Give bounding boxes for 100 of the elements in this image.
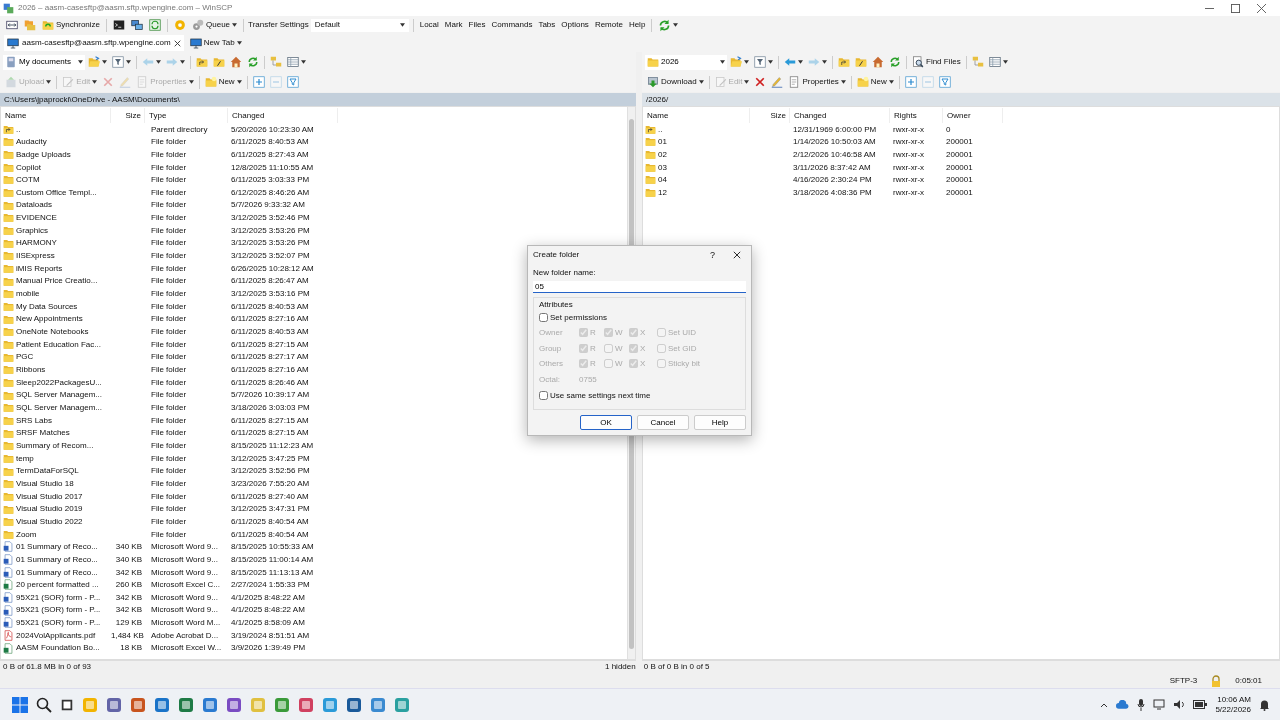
find-button[interactable]: Find Files [910, 55, 963, 69]
menu-item[interactable]: Mark [442, 20, 465, 30]
new-button[interactable]: New [202, 75, 244, 89]
microphone-icon[interactable] [1137, 698, 1146, 711]
file-name[interactable]: SQL Server Managem... [16, 390, 102, 400]
file-name[interactable]: Dataloads [16, 200, 53, 211]
file-name[interactable]: Sleep2022PackagesU... [16, 377, 102, 388]
cloud-icon[interactable] [1116, 700, 1130, 709]
close-icon[interactable] [173, 39, 181, 47]
file-name[interactable]: iMIS Reports [16, 263, 63, 274]
file-name[interactable]: 95X21 (SOR) form - P... [16, 592, 101, 603]
file-name[interactable]: EVIDENCE [16, 213, 57, 223]
app-icon[interactable] [298, 696, 314, 713]
file-name[interactable]: Patient Education Fac... [16, 339, 101, 350]
computers-button[interactable] [129, 18, 146, 32]
column-header[interactable]: Changed [790, 108, 890, 123]
task-view-icon[interactable] [60, 697, 74, 712]
file-name[interactable]: 01 Summary of Reco... [16, 542, 98, 552]
search-icon[interactable] [36, 696, 52, 713]
start-icon[interactable] [12, 696, 28, 713]
file-name[interactable]: OneNote Notebooks [16, 327, 89, 337]
file-name[interactable]: Visual Studio 2022 [16, 516, 83, 527]
file-name[interactable]: Ribbons [16, 365, 46, 375]
file-name[interactable]: Summary of Recom... [16, 440, 94, 451]
file-name[interactable]: PGC [16, 352, 34, 362]
close-icon[interactable] [733, 251, 741, 259]
file-name[interactable]: COTM [16, 175, 40, 185]
folders-button[interactable] [22, 18, 38, 32]
file-name[interactable]: SQL Server Managem... [16, 402, 102, 413]
checkbox[interactable] [539, 391, 548, 401]
file-name[interactable]: AASM Foundation Bo... [16, 643, 100, 654]
app-icon[interactable] [394, 696, 410, 713]
file-name[interactable]: mobile [16, 289, 40, 299]
file-name[interactable]: IISExpress [16, 251, 55, 261]
column-header[interactable]: Name [1, 108, 111, 123]
battery-icon[interactable] [1193, 700, 1208, 709]
location-select[interactable]: 2026 [645, 54, 727, 70]
column-header[interactable]: Size [111, 108, 145, 123]
file-name[interactable]: Graphics [16, 225, 48, 236]
file-name[interactable]: .. [16, 124, 21, 135]
file-name[interactable]: 12 [658, 187, 667, 198]
dialog-button[interactable]: Help [694, 414, 746, 430]
filter-button[interactable] [752, 55, 775, 69]
file-name[interactable]: New Appointments [16, 314, 83, 324]
menu-item[interactable]: Local [417, 20, 441, 30]
app-icon[interactable] [322, 696, 338, 713]
app-icon[interactable] [178, 696, 194, 713]
menu-item[interactable]: Commands [489, 20, 535, 30]
sync-button[interactable] [147, 18, 164, 32]
menu-item[interactable]: Remote [592, 20, 625, 30]
menu-item[interactable]: Help [626, 20, 648, 30]
file-name[interactable]: 02 [658, 149, 667, 160]
column-header[interactable]: Type [145, 108, 228, 123]
close-icon[interactable] [1257, 3, 1266, 13]
list-button[interactable] [986, 55, 1010, 69]
file-name[interactable]: 20 percent formatted ... [16, 580, 99, 590]
transfer-settings-select[interactable]: Default [310, 18, 409, 32]
file-name[interactable]: Visual Studio 2019 [16, 504, 83, 514]
app-icon[interactable] [226, 696, 242, 713]
filter-button[interactable] [110, 55, 133, 69]
file-name[interactable]: 04 [658, 175, 667, 185]
syncfolder-button[interactable]: Synchronize [40, 18, 103, 32]
dialog-button[interactable]: OK [580, 414, 632, 430]
notification-icon[interactable] [1259, 698, 1270, 711]
list-button[interactable] [285, 55, 308, 69]
file-name[interactable]: My Data Sources [16, 301, 78, 312]
clock[interactable]: 10:06 AM 5/22/2026 [1215, 694, 1251, 715]
file-name[interactable]: SRSF Matches [16, 428, 70, 438]
app-icon[interactable] [106, 696, 122, 713]
plus-button[interactable] [902, 75, 919, 89]
file-name[interactable]: Zoom [16, 529, 37, 540]
column-header[interactable]: Name [643, 108, 750, 123]
column-header[interactable]: Size [750, 108, 790, 123]
file-name[interactable]: Audacity [16, 137, 47, 147]
file-name[interactable]: SRS Labs [16, 415, 53, 426]
app-icon[interactable] [154, 696, 170, 713]
app-icon[interactable] [346, 696, 362, 713]
file-name[interactable]: 95X21 (SOR) form - P... [16, 618, 101, 628]
session-tab[interactable]: aasm-casesftp@aasm.sftp.wpengine.com [4, 35, 184, 51]
file-name[interactable]: Badge Uploads [16, 149, 71, 160]
column-header[interactable]: Owner [943, 108, 1003, 123]
checkbox[interactable] [539, 313, 548, 323]
file-name[interactable]: Copilot [16, 162, 41, 173]
menu-item[interactable]: Files [466, 20, 488, 30]
file-name[interactable]: Custom Office Templ... [16, 187, 97, 198]
home-button[interactable] [870, 55, 886, 69]
file-name[interactable]: temp [16, 453, 34, 464]
menu-item[interactable]: Options [559, 20, 591, 30]
location-select[interactable]: My documents [3, 54, 85, 70]
folder-name-field[interactable]: 05 [533, 280, 746, 293]
column-header[interactable]: Changed [228, 108, 338, 123]
file-name[interactable]: .. [658, 124, 663, 135]
file-name[interactable]: TermDataForSQL [16, 466, 79, 476]
properties-button[interactable]: Properties [786, 75, 848, 89]
maximize-icon[interactable] [1231, 3, 1240, 13]
monitor-icon[interactable] [1153, 699, 1166, 710]
file-name[interactable]: Manual Price Creatio... [16, 276, 98, 286]
file-name[interactable]: 01 Summary of Reco... [16, 567, 98, 578]
chevron-icon[interactable] [1100, 701, 1109, 708]
new-button[interactable]: New [854, 75, 896, 89]
